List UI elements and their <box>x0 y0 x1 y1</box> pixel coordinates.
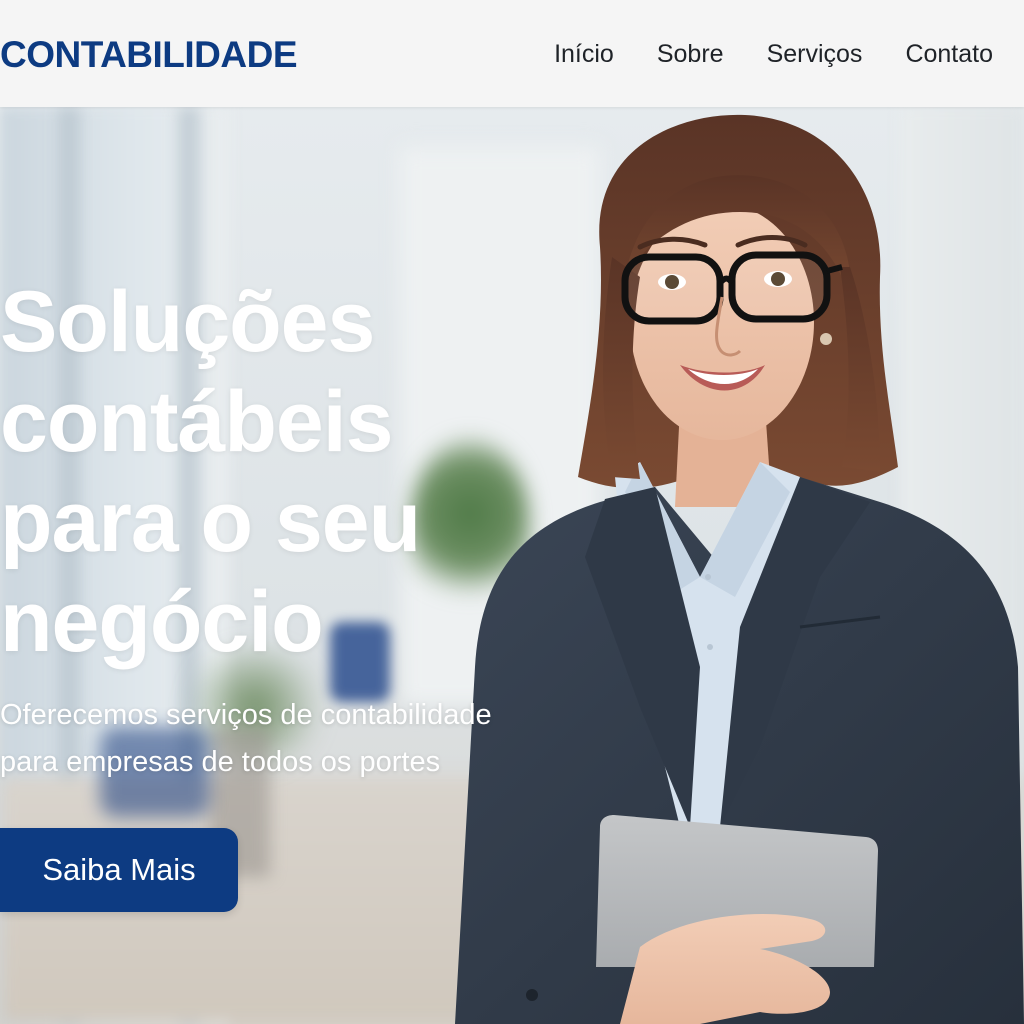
hero-title-line: para o seu <box>0 474 421 570</box>
hero-subtitle-line: para empresas de todos os portes <box>0 746 441 778</box>
hero-text-block: Soluções contábeis para o seu negócio Of… <box>0 272 560 778</box>
hero-title-line: Soluções <box>0 274 375 370</box>
hero-subtitle-line: Oferecemos serviços de contabilidade <box>0 699 492 731</box>
hero-title: Soluções contábeis para o seu negócio <box>0 272 560 672</box>
site-header: CONTABILIDADE Início Sobre Serviços Cont… <box>0 0 1024 107</box>
landing-page: CONTABILIDADE Início Sobre Serviços Cont… <box>0 0 1024 1024</box>
saiba-mais-button[interactable]: Saiba Mais <box>0 828 238 912</box>
brand-logo[interactable]: CONTABILIDADE <box>0 33 298 77</box>
hero-title-line: negócio <box>0 574 324 670</box>
main-nav: Início Sobre Serviços Contato <box>554 36 993 72</box>
nav-item-inicio[interactable]: Início <box>554 36 614 72</box>
hero-title-line: contábeis <box>0 374 393 470</box>
nav-item-contato[interactable]: Contato <box>905 36 993 72</box>
nav-item-sobre[interactable]: Sobre <box>657 36 724 72</box>
hero-subtitle: Oferecemos serviços de contabilidade par… <box>0 692 600 786</box>
nav-item-servicos[interactable]: Serviços <box>767 36 863 72</box>
